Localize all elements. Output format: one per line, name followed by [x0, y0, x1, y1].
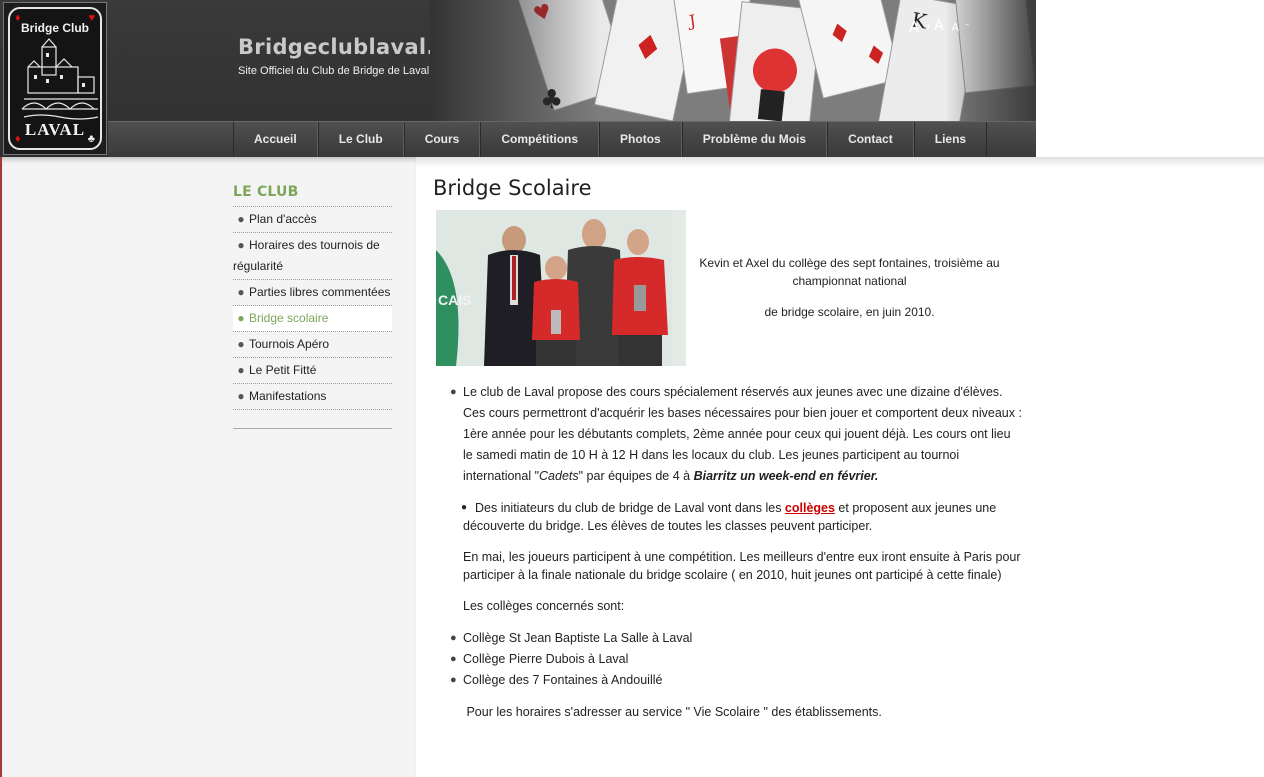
list-item: ● Collège Pierre Dubois à Laval: [433, 649, 1023, 670]
logo-title: Bridge Club: [21, 21, 89, 35]
bullet-icon: ●: [450, 386, 457, 398]
bullet-icon: ●: [461, 502, 468, 513]
list-item: ● Collège des 7 Fontaines à Andouillé: [433, 670, 1023, 691]
logo-city: LAVAL: [24, 120, 86, 139]
sidebar-heading: LE CLUB: [233, 184, 392, 207]
main-content: Bridge Scolaire CAIS Kevin et Axel du co…: [433, 176, 1023, 719]
article-body: ● Le club de Laval propose des cours spé…: [433, 382, 1023, 721]
bullet-icon: ●: [450, 653, 457, 665]
nav-item-probleme-du-mois[interactable]: Problème du Mois: [681, 122, 828, 157]
font-decrease-button[interactable]: A –: [952, 20, 970, 34]
sidebar-divider: [233, 428, 392, 429]
bullet-icon: ●: [237, 311, 245, 325]
sidebar-item-parties-libres[interactable]: ● Parties libres commentées: [233, 280, 392, 306]
nav-item-accueil[interactable]: Accueil: [233, 122, 318, 157]
club-logo[interactable]: ♦ ♥ Bridge Club LAVAL ♦ ♣: [3, 2, 107, 155]
diamond-icon: ♦: [15, 133, 21, 145]
bullet-icon: ●: [237, 238, 245, 252]
bullet-icon: ●: [237, 285, 245, 299]
list-item: ● Collège St Jean Baptiste La Salle à Lav…: [433, 628, 1023, 649]
sidebar-item-bridge-scolaire[interactable]: ● Bridge scolaire: [233, 306, 392, 332]
site-header: ♦ ♥ Bridge Club LAVAL ♦ ♣ Bridgeclublava…: [0, 0, 1264, 157]
paragraph-colleges-intro: Les collèges concernés sont:: [463, 599, 625, 613]
colleges-link[interactable]: collèges: [785, 501, 835, 515]
bullet-icon: ●: [237, 389, 245, 403]
colleges-list: ● Collège St Jean Baptiste La Salle à Lav…: [433, 628, 1023, 691]
castle-icon: [21, 38, 99, 120]
site-subtitle: Site Officiel du Club de Bridge de Laval: [238, 65, 430, 77]
paragraph-cours: ● Le club de Laval propose des cours spé…: [433, 382, 1023, 487]
photo-caption: Kevin et Axel du collège des sept fontai…: [699, 256, 1000, 319]
sidebar-item-horaires-tournois[interactable]: ● Horaires des tournois de régularité: [233, 233, 392, 280]
font-size-controls: A + A A –: [909, 18, 970, 36]
nav-list: Accueil Le Club Cours Compétitions Photo…: [233, 122, 988, 158]
page-title: Bridge Scolaire: [433, 176, 592, 200]
nav-item-competitions[interactable]: Compétitions: [480, 122, 600, 157]
nav-item-cours[interactable]: Cours: [403, 122, 481, 157]
paragraph-horaires: Pour les horaires s'adresser au service …: [463, 705, 882, 719]
paragraph-initiateurs: ● Des initiateurs du club de bridge de L…: [461, 501, 997, 533]
sidebar-item-tournois-apero[interactable]: ● Tournois Apéro: [233, 332, 392, 358]
nav-item-photos[interactable]: Photos: [599, 122, 682, 157]
content-top-shadow: [416, 157, 1264, 167]
nav-item-le-club[interactable]: Le Club: [317, 122, 404, 157]
paragraph-competition: En mai, les joueurs participent à une co…: [463, 550, 1021, 582]
club-icon: ♣: [87, 133, 95, 145]
nav-item-liens[interactable]: Liens: [913, 122, 988, 157]
svg-text:CAIS: CAIS: [438, 292, 471, 308]
sidebar-item-manifestations[interactable]: ● Manifestations: [233, 384, 392, 410]
bullet-icon: ●: [237, 337, 245, 351]
font-reset-button[interactable]: A: [934, 18, 944, 34]
bullet-icon: ●: [237, 363, 245, 377]
bullet-icon: ●: [237, 212, 245, 226]
sidebar-item-plan-acces[interactable]: ● Plan d'accès: [233, 207, 392, 233]
nav-item-contact[interactable]: Contact: [827, 122, 914, 157]
bullet-icon: ●: [450, 632, 457, 644]
team-photo[interactable]: CAIS: [436, 210, 686, 366]
font-increase-button[interactable]: A +: [909, 18, 932, 36]
sidebar: LE CLUB ● Plan d'accès ● Horaires des tour…: [233, 184, 392, 429]
logo-frame: ♦ ♥ Bridge Club LAVAL ♦ ♣: [8, 7, 102, 150]
sidebar-item-petit-fitte[interactable]: ● Le Petit Fitté: [233, 358, 392, 384]
main-nav: Accueil Le Club Cours Compétitions Photo…: [108, 121, 1036, 157]
bullet-icon: ●: [450, 674, 457, 686]
